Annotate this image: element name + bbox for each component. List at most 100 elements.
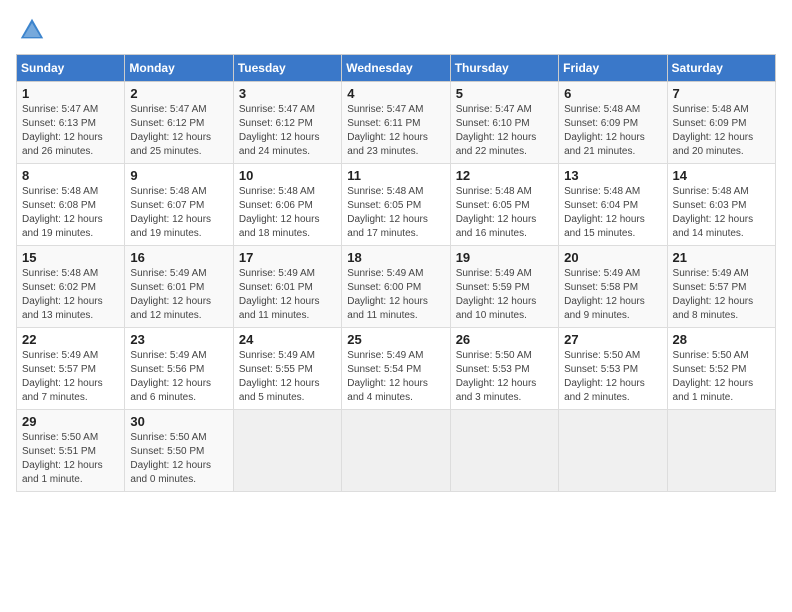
sunset-time: Sunset: 6:02 PM	[22, 282, 96, 293]
sunrise-time: Sunrise: 5:49 AM	[673, 268, 749, 279]
day-info: Sunrise: 5:48 AM Sunset: 6:08 PM Dayligh…	[22, 185, 119, 241]
table-row: 24 Sunrise: 5:49 AM Sunset: 5:55 PM Dayl…	[233, 328, 341, 410]
day-info: Sunrise: 5:47 AM Sunset: 6:12 PM Dayligh…	[239, 103, 336, 159]
day-number: 7	[673, 86, 770, 101]
logo-icon	[18, 16, 46, 44]
daylight-hours: Daylight: 12 hours and 14 minutes.	[673, 214, 754, 239]
day-info: Sunrise: 5:48 AM Sunset: 6:06 PM Dayligh…	[239, 185, 336, 241]
daylight-hours: Daylight: 12 hours and 24 minutes.	[239, 132, 320, 157]
sunset-time: Sunset: 5:58 PM	[564, 282, 638, 293]
table-row: 28 Sunrise: 5:50 AM Sunset: 5:52 PM Dayl…	[667, 328, 775, 410]
sunset-time: Sunset: 5:52 PM	[673, 364, 747, 375]
sunrise-time: Sunrise: 5:48 AM	[673, 186, 749, 197]
day-number: 17	[239, 250, 336, 265]
sunrise-time: Sunrise: 5:48 AM	[239, 186, 315, 197]
calendar-row: 29 Sunrise: 5:50 AM Sunset: 5:51 PM Dayl…	[17, 410, 776, 492]
sunrise-time: Sunrise: 5:50 AM	[22, 432, 98, 443]
table-row: 5 Sunrise: 5:47 AM Sunset: 6:10 PM Dayli…	[450, 82, 558, 164]
calendar-header-row: Sunday Monday Tuesday Wednesday Thursday…	[17, 55, 776, 82]
day-info: Sunrise: 5:48 AM Sunset: 6:07 PM Dayligh…	[130, 185, 227, 241]
sunset-time: Sunset: 5:57 PM	[673, 282, 747, 293]
table-row: 16 Sunrise: 5:49 AM Sunset: 6:01 PM Dayl…	[125, 246, 233, 328]
day-info: Sunrise: 5:50 AM Sunset: 5:53 PM Dayligh…	[456, 349, 553, 405]
day-number: 30	[130, 414, 227, 429]
daylight-hours: Daylight: 12 hours and 21 minutes.	[564, 132, 645, 157]
sunset-time: Sunset: 6:04 PM	[564, 200, 638, 211]
table-row: 6 Sunrise: 5:48 AM Sunset: 6:09 PM Dayli…	[559, 82, 667, 164]
sunset-time: Sunset: 6:10 PM	[456, 118, 530, 129]
day-info: Sunrise: 5:49 AM Sunset: 5:57 PM Dayligh…	[22, 349, 119, 405]
day-number: 8	[22, 168, 119, 183]
day-number: 11	[347, 168, 444, 183]
day-info: Sunrise: 5:47 AM Sunset: 6:11 PM Dayligh…	[347, 103, 444, 159]
daylight-hours: Daylight: 12 hours and 1 minute.	[22, 460, 103, 485]
calendar-table: Sunday Monday Tuesday Wednesday Thursday…	[16, 54, 776, 492]
day-info: Sunrise: 5:50 AM Sunset: 5:50 PM Dayligh…	[130, 431, 227, 487]
table-row: 10 Sunrise: 5:48 AM Sunset: 6:06 PM Dayl…	[233, 164, 341, 246]
sunset-time: Sunset: 5:53 PM	[456, 364, 530, 375]
table-row: 11 Sunrise: 5:48 AM Sunset: 6:05 PM Dayl…	[342, 164, 450, 246]
sunrise-time: Sunrise: 5:48 AM	[22, 186, 98, 197]
day-info: Sunrise: 5:48 AM Sunset: 6:09 PM Dayligh…	[673, 103, 770, 159]
col-thursday: Thursday	[450, 55, 558, 82]
sunrise-time: Sunrise: 5:49 AM	[564, 268, 640, 279]
day-info: Sunrise: 5:48 AM Sunset: 6:05 PM Dayligh…	[347, 185, 444, 241]
sunset-time: Sunset: 6:05 PM	[456, 200, 530, 211]
daylight-hours: Daylight: 12 hours and 0 minutes.	[130, 460, 211, 485]
day-number: 13	[564, 168, 661, 183]
day-number: 9	[130, 168, 227, 183]
day-number: 26	[456, 332, 553, 347]
day-info: Sunrise: 5:48 AM Sunset: 6:03 PM Dayligh…	[673, 185, 770, 241]
day-info: Sunrise: 5:49 AM Sunset: 5:55 PM Dayligh…	[239, 349, 336, 405]
sunset-time: Sunset: 5:55 PM	[239, 364, 313, 375]
table-row	[450, 410, 558, 492]
sunrise-time: Sunrise: 5:50 AM	[564, 350, 640, 361]
table-row: 15 Sunrise: 5:48 AM Sunset: 6:02 PM Dayl…	[17, 246, 125, 328]
sunset-time: Sunset: 6:00 PM	[347, 282, 421, 293]
table-row: 26 Sunrise: 5:50 AM Sunset: 5:53 PM Dayl…	[450, 328, 558, 410]
sunset-time: Sunset: 6:08 PM	[22, 200, 96, 211]
sunrise-time: Sunrise: 5:50 AM	[456, 350, 532, 361]
calendar-row: 8 Sunrise: 5:48 AM Sunset: 6:08 PM Dayli…	[17, 164, 776, 246]
col-tuesday: Tuesday	[233, 55, 341, 82]
sunset-time: Sunset: 5:53 PM	[564, 364, 638, 375]
table-row: 13 Sunrise: 5:48 AM Sunset: 6:04 PM Dayl…	[559, 164, 667, 246]
daylight-hours: Daylight: 12 hours and 15 minutes.	[564, 214, 645, 239]
daylight-hours: Daylight: 12 hours and 13 minutes.	[22, 296, 103, 321]
daylight-hours: Daylight: 12 hours and 16 minutes.	[456, 214, 537, 239]
day-info: Sunrise: 5:49 AM Sunset: 5:56 PM Dayligh…	[130, 349, 227, 405]
day-info: Sunrise: 5:50 AM Sunset: 5:53 PM Dayligh…	[564, 349, 661, 405]
table-row: 2 Sunrise: 5:47 AM Sunset: 6:12 PM Dayli…	[125, 82, 233, 164]
day-info: Sunrise: 5:48 AM Sunset: 6:05 PM Dayligh…	[456, 185, 553, 241]
sunset-time: Sunset: 6:06 PM	[239, 200, 313, 211]
day-info: Sunrise: 5:47 AM Sunset: 6:10 PM Dayligh…	[456, 103, 553, 159]
day-number: 2	[130, 86, 227, 101]
day-info: Sunrise: 5:47 AM Sunset: 6:13 PM Dayligh…	[22, 103, 119, 159]
daylight-hours: Daylight: 12 hours and 6 minutes.	[130, 378, 211, 403]
day-number: 19	[456, 250, 553, 265]
daylight-hours: Daylight: 12 hours and 19 minutes.	[22, 214, 103, 239]
daylight-hours: Daylight: 12 hours and 17 minutes.	[347, 214, 428, 239]
sunrise-time: Sunrise: 5:50 AM	[130, 432, 206, 443]
daylight-hours: Daylight: 12 hours and 1 minute.	[673, 378, 754, 403]
sunset-time: Sunset: 6:03 PM	[673, 200, 747, 211]
sunset-time: Sunset: 6:01 PM	[239, 282, 313, 293]
sunrise-time: Sunrise: 5:48 AM	[347, 186, 423, 197]
table-row: 4 Sunrise: 5:47 AM Sunset: 6:11 PM Dayli…	[342, 82, 450, 164]
day-number: 24	[239, 332, 336, 347]
sunrise-time: Sunrise: 5:49 AM	[130, 268, 206, 279]
sunrise-time: Sunrise: 5:47 AM	[130, 104, 206, 115]
table-row: 17 Sunrise: 5:49 AM Sunset: 6:01 PM Dayl…	[233, 246, 341, 328]
daylight-hours: Daylight: 12 hours and 3 minutes.	[456, 378, 537, 403]
day-number: 25	[347, 332, 444, 347]
col-saturday: Saturday	[667, 55, 775, 82]
table-row: 18 Sunrise: 5:49 AM Sunset: 6:00 PM Dayl…	[342, 246, 450, 328]
sunset-time: Sunset: 5:51 PM	[22, 446, 96, 457]
day-number: 6	[564, 86, 661, 101]
daylight-hours: Daylight: 12 hours and 20 minutes.	[673, 132, 754, 157]
day-info: Sunrise: 5:49 AM Sunset: 6:01 PM Dayligh…	[239, 267, 336, 323]
table-row: 12 Sunrise: 5:48 AM Sunset: 6:05 PM Dayl…	[450, 164, 558, 246]
daylight-hours: Daylight: 12 hours and 4 minutes.	[347, 378, 428, 403]
sunrise-time: Sunrise: 5:47 AM	[456, 104, 532, 115]
day-number: 12	[456, 168, 553, 183]
